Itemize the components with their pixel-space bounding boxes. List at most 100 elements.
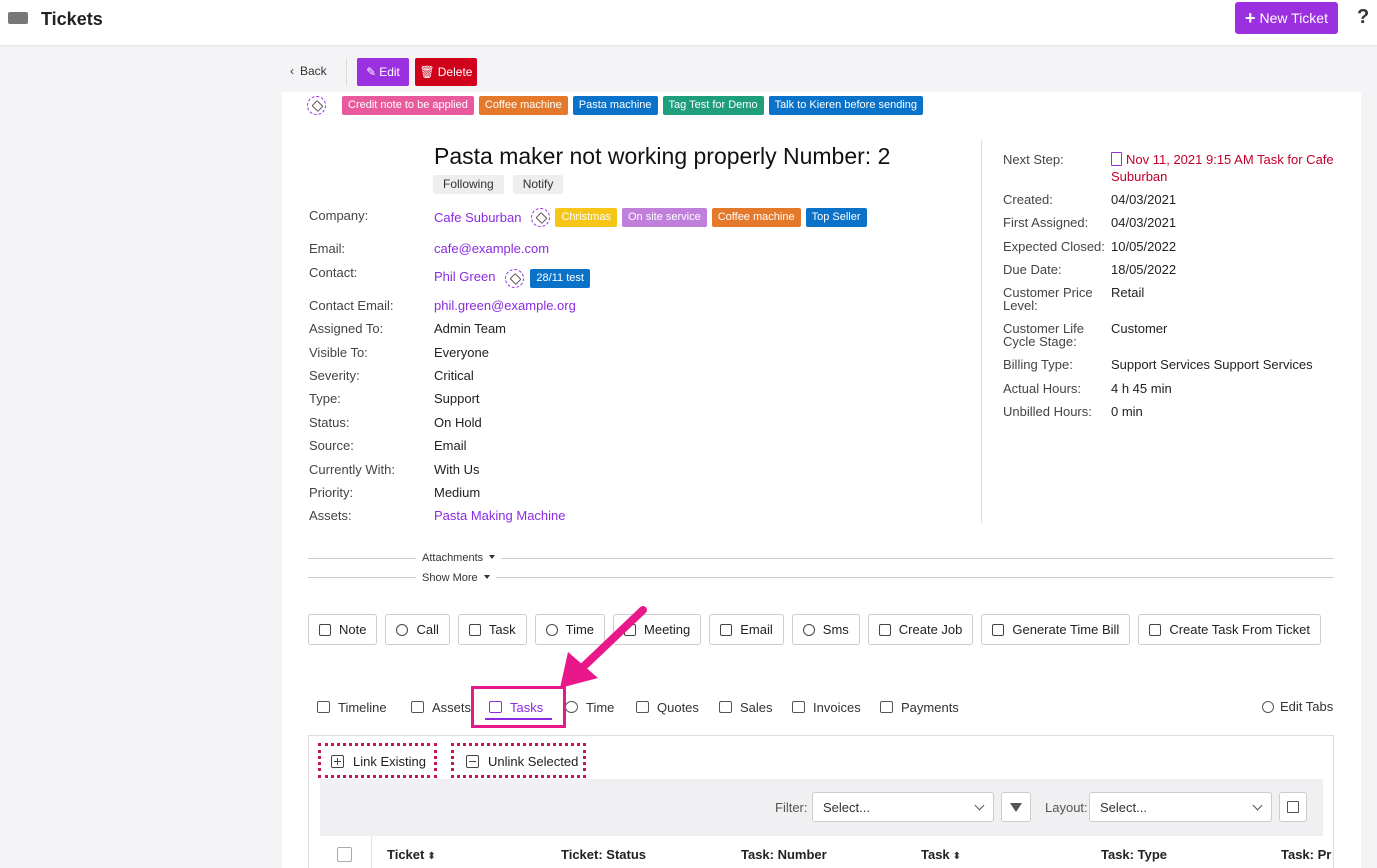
generate-time-bill-button[interactable]: Generate Time Bill (981, 614, 1131, 645)
company-tag[interactable]: Christmas (555, 208, 617, 227)
assets-label: Assets: (309, 508, 352, 523)
tab-invoices[interactable]: Invoices (792, 697, 880, 717)
sort-icon: ⬍ (427, 851, 436, 862)
tag-icon[interactable] (307, 96, 326, 115)
column-header-task-type[interactable]: Task: Type (1101, 847, 1167, 862)
assets-link[interactable]: Pasta Making Machine (434, 508, 566, 523)
note-label: Note (339, 622, 367, 637)
layout-grid-button[interactable] (1279, 792, 1307, 822)
note-button[interactable]: Note (308, 614, 378, 645)
top-bar: Tickets (0, 0, 1377, 45)
column-header-label: Task (921, 847, 950, 862)
tab-label: Payments (901, 699, 959, 715)
ticket-tag[interactable]: Pasta machine (572, 96, 658, 115)
contact-tag[interactable]: 28/11 test (530, 268, 590, 288)
tab-time[interactable]: Time (565, 697, 636, 717)
billing-type-link[interactable]: Support Services Support Services (1111, 356, 1313, 373)
chevron-down-icon (1252, 800, 1263, 810)
price-level-label-line2: Level: (1003, 298, 1038, 313)
actual-hours-label: Actual Hours: (1003, 381, 1082, 396)
next-step-line1: Nov 11, 2021 9:15 AM Task for Cafe (1126, 152, 1334, 167)
show-more-label: Show More (422, 572, 478, 584)
tab-sales[interactable]: Sales (719, 697, 792, 717)
back-label: Back (300, 64, 327, 78)
tag-icon[interactable] (531, 208, 551, 227)
column-header-task[interactable]: Task ⬍ (921, 847, 961, 862)
tab-quotes[interactable]: Quotes (636, 697, 719, 717)
company-tag[interactable]: Top Seller (805, 208, 867, 227)
tag-icon[interactable] (505, 269, 525, 288)
company-tag[interactable]: On site service (621, 208, 707, 227)
contact-label: Contact: (309, 265, 358, 280)
invoice-icon (792, 701, 805, 713)
severity-label: Severity: (309, 368, 360, 383)
severity-value: Critical (434, 368, 474, 383)
attachments-toggle[interactable]: Attachments (416, 552, 502, 564)
tab-timeline[interactable]: Timeline (317, 697, 411, 717)
notify-button[interactable]: Notify (512, 175, 564, 194)
help-icon[interactable]: ? (1357, 6, 1369, 29)
sms-button[interactable]: Sms (791, 614, 860, 645)
expected-closed-value: 10/05/2022 (1111, 239, 1177, 254)
filter-select[interactable]: Select... (812, 792, 994, 822)
company-tag[interactable]: Coffee machine (711, 208, 801, 227)
company-value: Cafe Suburban Christmas On site service … (434, 208, 867, 227)
unbilled-hours-label: Unbilled Hours: (1003, 404, 1092, 419)
ticket-tag[interactable]: Tag Test for Demo (662, 96, 764, 115)
column-header-task-number[interactable]: Task: Number (741, 847, 827, 862)
select-all-checkbox[interactable] (337, 847, 352, 862)
status-value: On Hold (434, 415, 482, 430)
company-link[interactable]: Cafe Suburban (434, 210, 521, 225)
column-header-task-priority[interactable]: Task: Pr (1281, 847, 1331, 862)
due-date-value: 18/05/2022 (1111, 262, 1177, 277)
clipboard-icon (878, 623, 891, 636)
ticket-tag[interactable]: Coffee machine (478, 96, 568, 115)
contact-link[interactable]: Phil Green (434, 269, 495, 284)
life-cycle-label-line2: Cycle Stage: (1003, 334, 1077, 349)
delete-label: Delete (437, 65, 473, 79)
tab-label: Timeline (338, 699, 387, 715)
priority-label: Priority: (309, 485, 354, 500)
column-header-ticket-status[interactable]: Ticket: Status (561, 847, 646, 862)
contact-email-link[interactable]: phil.green@example.org (434, 298, 576, 313)
create-task-from-ticket-button[interactable]: Create Task From Ticket (1138, 614, 1321, 645)
ticket-tag[interactable]: Credit note to be applied (342, 96, 474, 115)
tab-payments[interactable]: Payments (880, 697, 970, 717)
source-value: Email (434, 438, 467, 453)
edit-button[interactable]: ✎ Edit (357, 58, 409, 86)
next-step-value[interactable]: Nov 11, 2021 9:15 AM Task for Cafe Subur… (1111, 151, 1334, 185)
new-ticket-button[interactable]: + New Ticket (1235, 2, 1338, 34)
filter-button[interactable] (1001, 792, 1031, 822)
chat-icon (802, 623, 815, 636)
following-button[interactable]: Following (433, 175, 504, 194)
filter-select-value: Select... (823, 799, 870, 815)
email-link[interactable]: cafe@example.com (434, 241, 549, 256)
annotation-dotted-box (318, 743, 437, 778)
column-separator (371, 836, 372, 868)
life-cycle-value: Customer (1111, 321, 1168, 336)
ticket-tag[interactable]: Talk to Kieren before sending (768, 96, 924, 115)
task-button[interactable]: Task (457, 614, 527, 645)
show-more-toggle[interactable]: Show More (416, 572, 496, 584)
edit-tabs-label: Edit Tabs (1280, 699, 1334, 714)
page-title: Tickets (41, 9, 103, 29)
assigned-value: Admin Team (434, 321, 507, 336)
column-header-ticket[interactable]: Ticket ⬍ (387, 847, 436, 862)
export-icon (992, 623, 1005, 636)
create-job-label: Create Job (898, 622, 963, 637)
back-button[interactable]: ‹ Back (290, 64, 327, 78)
clipboard-check-icon (468, 623, 481, 636)
call-button[interactable]: Call (385, 614, 450, 645)
layout-select[interactable]: Select... (1089, 792, 1272, 822)
toolbar-divider (346, 58, 347, 86)
visible-label: Visible To: (309, 345, 368, 360)
unbilled-hours-value: 0 min (1111, 404, 1143, 419)
edit-tabs-button[interactable]: Edit Tabs (1262, 699, 1333, 714)
source-label: Source: (309, 438, 354, 453)
email-button[interactable]: Email (709, 614, 784, 645)
delete-button[interactable]: 🗑 Delete (415, 58, 477, 86)
life-cycle-label: Customer Life Cycle Stage: (1003, 322, 1084, 348)
contact-email-label: Contact Email: (309, 298, 394, 313)
type-value: Support (434, 391, 480, 406)
create-job-button[interactable]: Create Job (867, 614, 974, 645)
